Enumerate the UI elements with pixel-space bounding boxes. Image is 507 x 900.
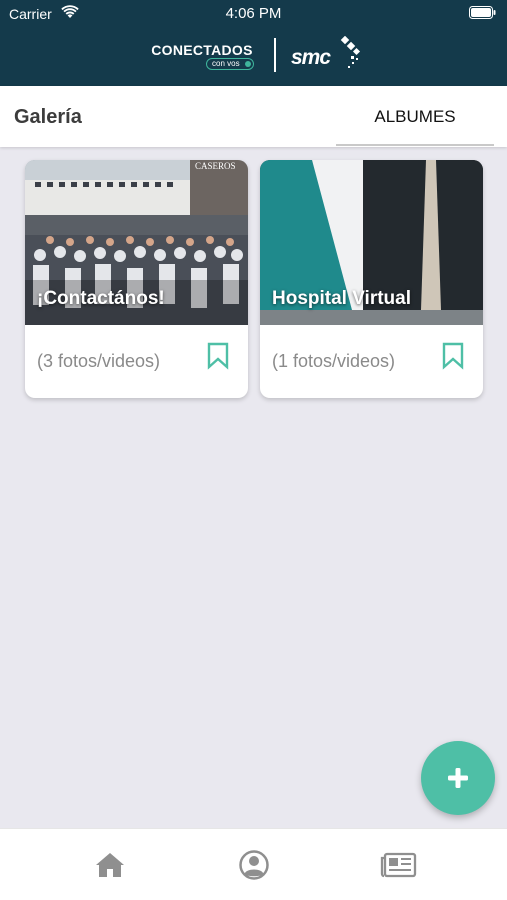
- smc-logo: smc: [291, 46, 331, 69]
- album-title: ¡Contactános!: [37, 288, 165, 309]
- brand-divider: [274, 38, 276, 72]
- album-title: Hospital Virtual: [272, 288, 412, 309]
- add-album-button[interactable]: [421, 741, 495, 815]
- brand-app-name: CONECTADOS: [151, 42, 253, 58]
- nav-news[interactable]: [379, 847, 419, 883]
- tab-albumes[interactable]: ALBUMES: [336, 86, 494, 147]
- bottom-navigation: [0, 828, 507, 900]
- smc-logo-dots-icon: [340, 36, 361, 68]
- album-media-count: (1 fotos/videos): [272, 351, 396, 371]
- album-media-count: (3 fotos/videos): [37, 351, 161, 371]
- nav-home[interactable]: [90, 847, 130, 883]
- bookmark-icon[interactable]: [441, 342, 465, 370]
- brand-tagline: con vos: [206, 58, 254, 70]
- brand-logo: CONECTADOS con vos smc: [148, 36, 368, 74]
- nav-profile[interactable]: [234, 847, 274, 883]
- page-title: Galería: [14, 106, 82, 128]
- tab-indicator: [336, 144, 494, 146]
- bookmark-icon[interactable]: [206, 342, 230, 370]
- profile-icon: [239, 850, 269, 880]
- battery-icon: [469, 6, 496, 19]
- album-card-hospital-virtual[interactable]: Hospital Virtual (1 fotos/videos): [260, 160, 483, 398]
- status-time: 4:06 PM: [225, 5, 282, 22]
- plus-icon: [448, 768, 468, 788]
- news-icon: [380, 852, 417, 878]
- album-card-contactanos[interactable]: CASEROS ¡Contactános! (3 fotos/videos): [25, 160, 248, 398]
- gallery-tabs-bar: Galería ALBUMES: [0, 86, 507, 147]
- tagline-dot: [245, 61, 251, 67]
- home-icon: [96, 853, 124, 877]
- svg-text:CASEROS: CASEROS: [195, 161, 236, 171]
- status-bar: Carrier 4:06 PM: [0, 0, 507, 28]
- app-header: Carrier 4:06 PM CONECTADOS con vos smc: [0, 0, 507, 86]
